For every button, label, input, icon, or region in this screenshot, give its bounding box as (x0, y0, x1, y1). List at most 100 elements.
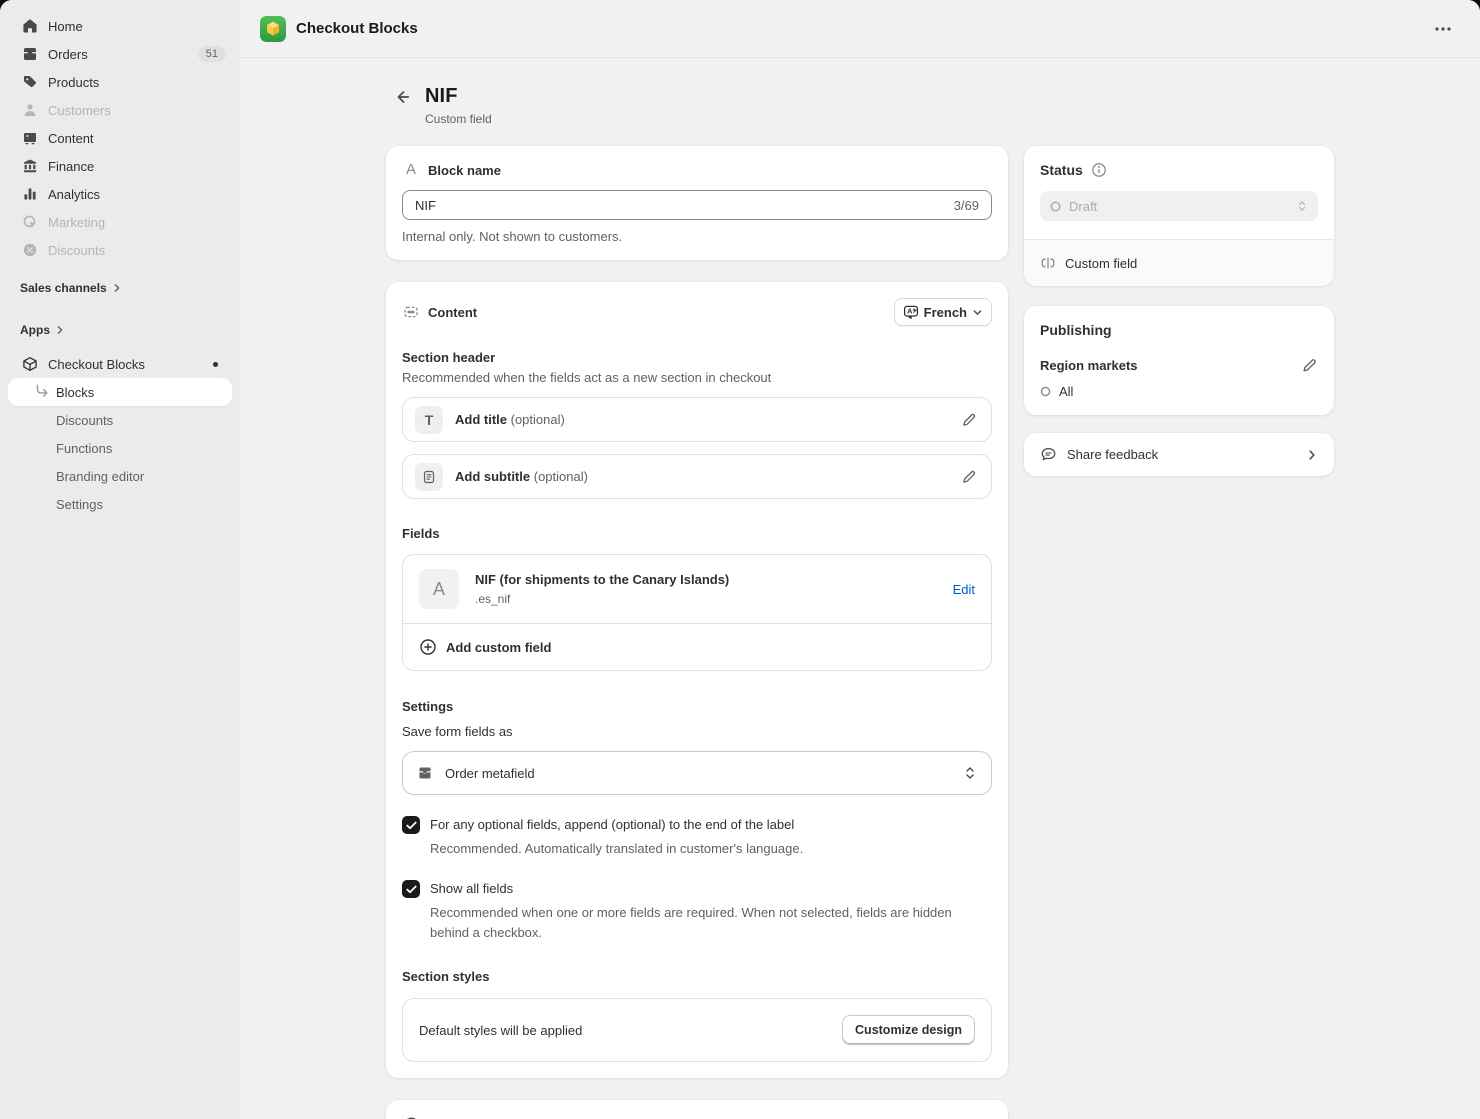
custom-field-icon (1041, 257, 1055, 269)
svg-text:A: A (907, 307, 913, 316)
checkbox-description: Recommended when one or more fields are … (430, 905, 952, 940)
marketing-icon (22, 214, 38, 230)
order-box-icon (419, 767, 431, 779)
status-heading: Status (1040, 162, 1083, 178)
sidebar-item-branding-editor[interactable]: Branding editor (8, 462, 232, 490)
sidebar-item-label: Branding editor (56, 468, 145, 484)
elbow-arrow-icon (34, 384, 50, 400)
region-markets-label: Region markets (1040, 358, 1138, 373)
block-name-heading: Block name (428, 162, 501, 178)
sidebar-primary-nav: Home Orders 51 Products Customers Conten… (0, 12, 240, 264)
sales-channels-header[interactable]: Sales channels (8, 274, 232, 302)
edit-pencil-icon[interactable] (961, 469, 977, 485)
publishing-card: Publishing Region markets All (1024, 306, 1334, 415)
sidebar-item-label: Blocks (56, 384, 95, 400)
status-card-footer: Custom field (1024, 239, 1334, 286)
edit-field-link[interactable]: Edit (953, 582, 975, 597)
sidebar-item-discounts[interactable]: Discounts (8, 236, 232, 264)
sidebar-item-label: Discounts (56, 412, 114, 428)
content-icon (22, 130, 38, 146)
sidebar-item-label: Content (48, 130, 94, 146)
sidebar-item-marketing[interactable]: Marketing (8, 208, 232, 236)
more-menu-button[interactable] (1428, 20, 1458, 38)
subtitle-icon (415, 462, 443, 491)
region-markets-value: All (1059, 384, 1074, 399)
sidebar-item-label: Functions (56, 440, 113, 456)
checkbox-label[interactable]: Show all fields (430, 881, 992, 896)
add-subtitle-row[interactable]: Add subtitle (optional) (402, 454, 992, 499)
bar-chart-icon (22, 186, 38, 202)
title-icon: T (415, 405, 443, 434)
add-custom-field-button[interactable]: Add custom field (403, 623, 991, 670)
orders-count-badge: 51 (197, 46, 226, 62)
optional-append-checkbox[interactable] (402, 816, 420, 834)
block-name-field: 3/69 (402, 190, 992, 220)
language-selector-button[interactable]: A French (893, 298, 992, 326)
sidebar-item-label: Analytics (48, 186, 101, 202)
sidebar-item-label: Discounts (48, 242, 106, 258)
status-card: Status Draft Custom field (1024, 146, 1334, 286)
save-destination-select[interactable]: Order metafield (402, 751, 992, 795)
sidebar-item-products[interactable]: Products (8, 68, 232, 96)
sidebar-item-analytics[interactable]: Analytics (8, 180, 232, 208)
back-button[interactable] (392, 86, 414, 108)
chat-bubble-icon (1041, 447, 1056, 461)
edit-regions-button[interactable] (1301, 357, 1318, 374)
sidebar-item-label: Products (48, 74, 100, 90)
tag-icon (22, 74, 38, 90)
styles-status-text: Default styles will be applied (419, 1022, 583, 1038)
sidebar-item-finance[interactable]: Finance (8, 152, 232, 180)
sidebar-item-functions[interactable]: Functions (8, 434, 232, 462)
field-name: NIF (for shipments to the Canary Islands… (475, 572, 730, 587)
field-type-icon: A (419, 569, 459, 609)
sidebar-item-label: Marketing (48, 214, 106, 230)
apps-header[interactable]: Apps (8, 316, 232, 344)
save-form-fields-label: Save form fields as (402, 724, 513, 739)
check-icon (405, 885, 417, 893)
add-title-row[interactable]: T Add title (optional) (402, 397, 992, 442)
settings-title: Settings (402, 699, 454, 714)
sidebar-item-app-settings[interactable]: Settings (8, 490, 232, 518)
page-title: NIF (425, 85, 458, 107)
add-custom-field-label: Add custom field (446, 639, 552, 655)
sidebar-item-label: Finance (48, 158, 95, 174)
page-scroll-area: NIF Custom field A Block name NIF 3/69 I… (240, 58, 1480, 1119)
info-icon[interactable] (1091, 162, 1107, 178)
main-area: Checkout Blocks NIF Custom field A Block… (240, 0, 1480, 1119)
sidebar-item-checkout-blocks-app[interactable]: Checkout Blocks (8, 350, 232, 378)
status-select[interactable]: Draft (1040, 191, 1318, 221)
sidebar-item-blocks[interactable]: Blocks (8, 378, 232, 406)
discount-icon (22, 242, 38, 258)
sidebar-item-app-discounts[interactable]: Discounts (8, 406, 232, 434)
sidebar-item-customers[interactable]: Customers (8, 96, 232, 124)
checkout-blocks-app-icon (260, 15, 286, 42)
draft-status-icon (1050, 201, 1061, 211)
share-feedback-label: Share feedback (1067, 447, 1159, 462)
section-icon (402, 304, 420, 320)
optional-label: (optional) (533, 469, 588, 484)
share-feedback-button[interactable]: Share feedback (1024, 433, 1334, 476)
sidebar-item-home[interactable]: Home (8, 12, 232, 40)
page-header: NIF Custom field (392, 84, 1334, 126)
optional-label: (optional) (510, 412, 565, 427)
chevron-down-icon (973, 309, 982, 315)
sidebar-item-label: Orders (48, 46, 88, 62)
letter-a-icon: A (405, 161, 416, 178)
section-styles-box: Default styles will be applied Customize… (402, 998, 992, 1062)
checkbox-label[interactable]: For any optional fields, append (optiona… (430, 817, 992, 832)
edit-pencil-icon[interactable] (961, 412, 977, 428)
show-all-fields-setting: Show all fields Recommended when one or … (402, 880, 992, 943)
app-window: Home Orders 51 Products Customers Conten… (0, 0, 1480, 1119)
show-all-fields-checkbox[interactable] (402, 880, 420, 898)
fields-list: A NIF (for shipments to the Canary Islan… (402, 554, 992, 671)
sidebar-item-orders[interactable]: Orders 51 (8, 40, 232, 68)
select-chevrons-icon (963, 765, 977, 781)
status-footer-label: Custom field (1065, 255, 1138, 271)
customize-design-button[interactable]: Customize design (842, 1015, 975, 1045)
sidebar-item-content[interactable]: Content (8, 124, 232, 152)
block-name-input[interactable] (415, 197, 954, 213)
status-value: Draft (1069, 198, 1098, 214)
char-counter: 3/69 (953, 197, 979, 213)
language-label: French (923, 304, 967, 320)
home-icon (22, 18, 38, 34)
